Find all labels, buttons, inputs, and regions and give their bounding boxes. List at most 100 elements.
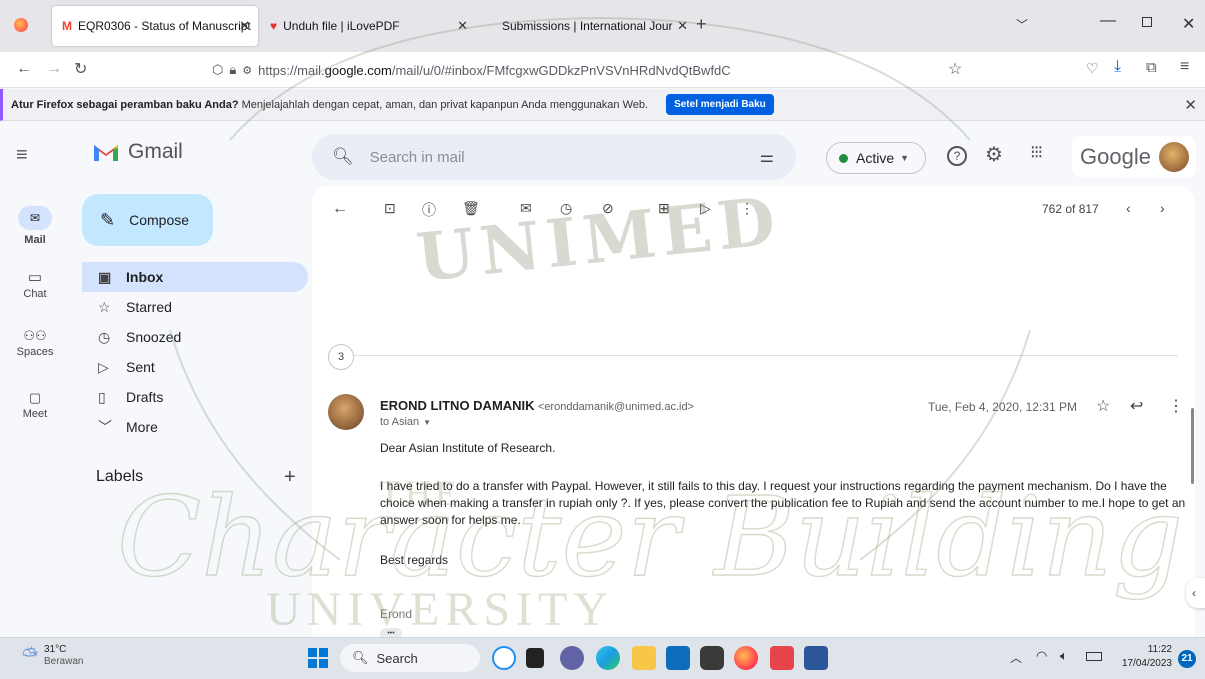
gmail-logo-text: Gmail xyxy=(128,140,183,163)
show-hidden-icons[interactable]: ︿ xyxy=(1010,649,1022,666)
mark-unread-icon[interactable]: ✉ xyxy=(520,200,532,217)
side-panel-toggle-icon[interactable]: ‹ xyxy=(1186,578,1205,608)
main-menu-icon[interactable]: ≡ xyxy=(16,144,28,167)
collapsed-messages-divider xyxy=(328,355,1178,356)
nav-starred[interactable]: ☆ Starred xyxy=(82,292,308,322)
tab-ilovepdf[interactable]: ♥ Unduh file | iLovePDF ✕ xyxy=(260,6,476,46)
permissions-icon: ⚙ xyxy=(242,64,253,77)
rail-mail[interactable]: ✉ Mail xyxy=(0,206,70,246)
nav-more[interactable]: ﹀ More xyxy=(82,412,308,442)
nav-drafts[interactable]: ▯ Drafts xyxy=(82,382,308,412)
meet-icon: ▢ xyxy=(28,390,42,405)
delete-icon[interactable]: 🗑︎ xyxy=(462,200,480,217)
search-input[interactable]: Search in mail xyxy=(370,149,465,166)
rail-meet[interactable]: ▢ Meet xyxy=(0,390,70,420)
notification-badge[interactable]: 21 xyxy=(1178,650,1196,668)
collapsed-messages-count[interactable]: 3 xyxy=(328,344,354,370)
search-bar[interactable]: 🔍︎ Search in mail ⚌ xyxy=(312,134,796,180)
search-options-icon[interactable]: ⚌ xyxy=(760,147,774,167)
gmail-logo[interactable]: Gmail xyxy=(92,140,183,164)
compose-label: Compose xyxy=(129,212,190,228)
task-view-icon[interactable] xyxy=(526,648,544,668)
report-spam-icon[interactable]: ⓘ xyxy=(422,200,436,220)
url-domain: google.com xyxy=(324,62,392,78)
close-tab-icon[interactable]: ✕ xyxy=(677,18,688,34)
close-notification-icon[interactable]: ✕ xyxy=(1184,96,1197,114)
taskbar-search[interactable]: 🔍︎ Search xyxy=(340,644,480,672)
firefox-icon[interactable] xyxy=(734,646,758,670)
restore-icon[interactable] xyxy=(1142,17,1152,27)
forward-icon[interactable]: → xyxy=(46,60,62,78)
more-actions-icon[interactable]: ⋮ xyxy=(740,200,754,217)
sender-avatar[interactable] xyxy=(328,394,364,430)
mail-app-icon[interactable] xyxy=(666,646,690,670)
tab-gmail[interactable]: M EQR0306 - Status of Manuscript ✕ xyxy=(52,6,258,46)
firefox-view-icon[interactable] xyxy=(14,18,28,32)
reply-icon[interactable]: ↩ xyxy=(1130,396,1143,416)
tab-submissions[interactable]: Submissions | International Jour ✕ xyxy=(478,6,690,46)
minimize-icon[interactable]: — xyxy=(1100,12,1116,30)
pdf-app-icon[interactable] xyxy=(770,646,794,670)
dropdown-icon: ▼ xyxy=(423,418,432,427)
bing-icon[interactable] xyxy=(492,646,516,670)
extensions-icon[interactable]: ⧉ xyxy=(1146,59,1157,76)
older-icon[interactable]: › xyxy=(1160,200,1165,216)
back-icon[interactable]: ← xyxy=(16,60,32,78)
compose-button[interactable]: ✎ Compose xyxy=(82,194,213,246)
close-tab-icon[interactable]: ✕ xyxy=(457,18,468,34)
set-default-button[interactable]: Setel menjadi Baku xyxy=(666,94,774,115)
weather-widget[interactable]: ⛅︎ 31°C Berawan xyxy=(22,644,83,668)
newer-icon[interactable]: ‹ xyxy=(1126,200,1131,216)
rail-label: Mail xyxy=(24,234,46,246)
wifi-icon[interactable]: ◠ xyxy=(1036,648,1047,664)
close-window-icon[interactable]: ✕ xyxy=(1182,14,1195,34)
label-icon[interactable]: ▷ xyxy=(700,200,711,217)
message-more-icon[interactable]: ⋮ xyxy=(1168,396,1184,416)
downloads-icon[interactable]: ⤓ xyxy=(1114,58,1121,76)
address-bar[interactable]: ⬡ 🔒︎ ⚙ https://mail. google.com/mail/u/0/… xyxy=(212,56,982,84)
windows-taskbar: ⛅︎ 31°C Berawan 🔍︎ Search ︿ ◠ 🔈︎ 11:22 1… xyxy=(0,637,1205,679)
close-tab-icon[interactable]: ✕ xyxy=(239,18,250,34)
camera-icon[interactable] xyxy=(700,646,724,670)
list-tabs-icon[interactable]: ﹀ xyxy=(1016,16,1028,33)
back-to-inbox-icon[interactable]: ← xyxy=(332,200,348,218)
rail-chat[interactable]: ▭ Chat xyxy=(0,268,70,300)
help-icon[interactable]: ? xyxy=(947,146,967,166)
volume-icon[interactable]: 🔈︎ xyxy=(1060,648,1068,664)
recipient-dropdown[interactable]: to Asian ▼ xyxy=(380,416,431,428)
sender-email: <eronddamanik@unimed.ac.id> xyxy=(537,401,694,413)
word-icon[interactable] xyxy=(804,646,828,670)
nav-snoozed[interactable]: ◷ Snoozed xyxy=(82,322,308,352)
avatar[interactable] xyxy=(1158,142,1189,172)
status-button[interactable]: Active ▼ xyxy=(826,142,926,174)
lock-icon: 🔒︎ xyxy=(229,62,237,77)
edge-icon[interactable] xyxy=(596,646,620,670)
start-windows-icon[interactable] xyxy=(308,648,328,668)
search-icon[interactable]: 🔍︎ xyxy=(332,147,354,167)
settings-gear-icon[interactable]: ⚙ xyxy=(985,142,1003,167)
nav-sent[interactable]: ▷ Sent xyxy=(82,352,308,382)
nav-inbox[interactable]: ▣ Inbox xyxy=(82,262,308,292)
apps-grid-icon[interactable]: ⁝⁝⁝ xyxy=(1030,142,1043,163)
rail-spaces[interactable]: ⚇⚇ Spaces xyxy=(0,328,70,358)
add-task-icon[interactable]: ⊘ xyxy=(602,200,614,217)
clock-icon: ◷ xyxy=(98,328,111,345)
new-tab-icon[interactable]: + xyxy=(696,14,707,35)
teams-chat-icon[interactable] xyxy=(560,646,584,670)
google-account-chip[interactable]: Google xyxy=(1072,136,1196,178)
snooze-icon[interactable]: ◷ xyxy=(560,200,572,217)
file-explorer-icon[interactable] xyxy=(632,646,656,670)
pocket-icon[interactable]: ♡ xyxy=(1086,60,1099,77)
move-to-icon[interactable]: ⊞ xyxy=(658,200,670,217)
star-message-icon[interactable]: ☆ xyxy=(1096,396,1110,416)
mail-icon: ✉ xyxy=(18,206,52,230)
reload-icon[interactable]: ↻ xyxy=(74,59,87,79)
scrollbar-thumb[interactable] xyxy=(1191,408,1194,484)
battery-icon[interactable] xyxy=(1086,652,1102,661)
clock[interactable]: 11:22 17/04/2023 xyxy=(1108,643,1172,671)
add-label-icon[interactable]: + xyxy=(284,466,296,489)
sender-name[interactable]: EROND LITNO DAMANIK xyxy=(380,398,535,413)
menu-icon[interactable]: ≡ xyxy=(1180,58,1189,76)
archive-icon[interactable]: ⊡ xyxy=(384,200,396,217)
bookmark-star-icon[interactable]: ☆ xyxy=(948,59,962,79)
